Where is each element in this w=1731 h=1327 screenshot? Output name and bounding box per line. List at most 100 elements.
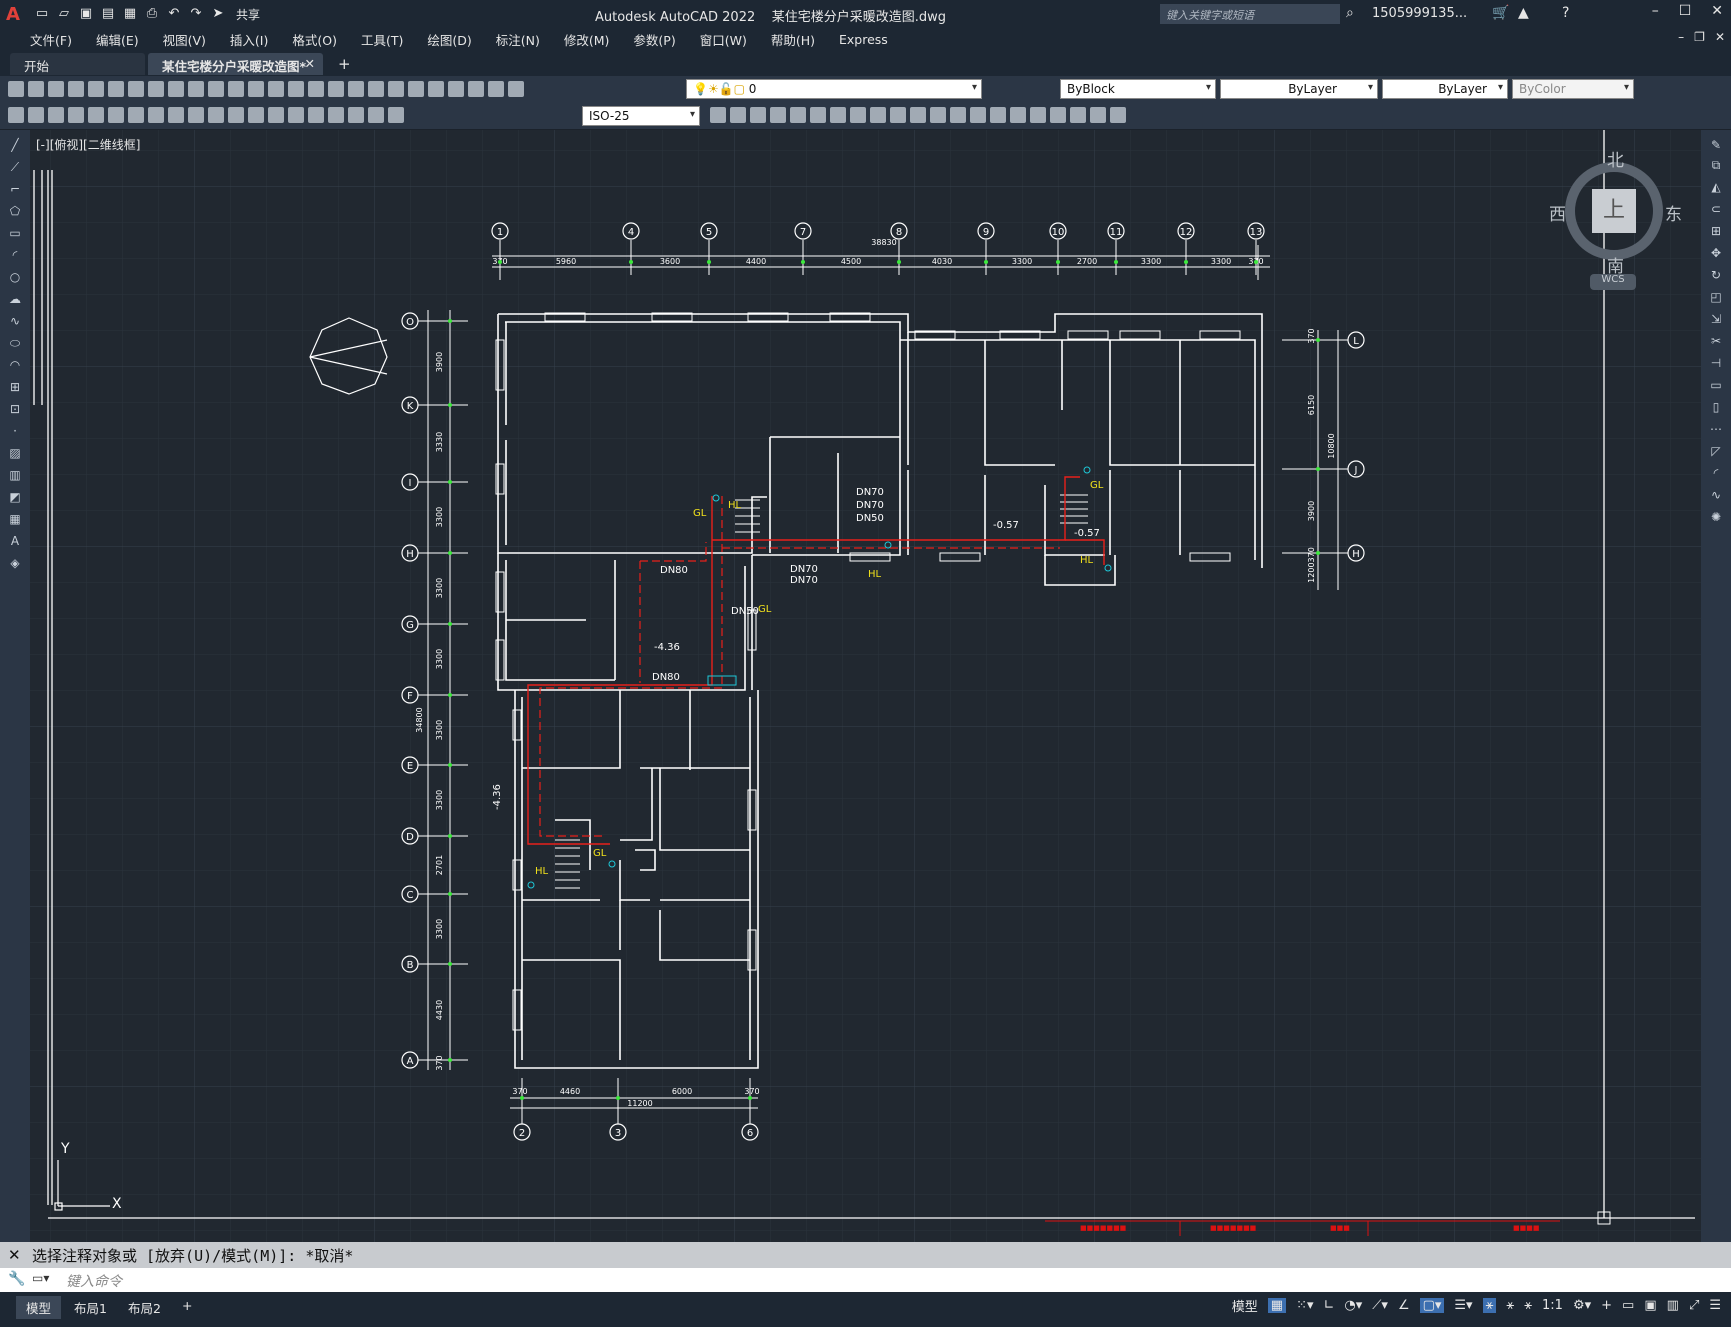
insert-block-icon[interactable]: ⊞ xyxy=(7,380,23,394)
paste-icon[interactable] xyxy=(188,81,204,97)
text-front-icon[interactable] xyxy=(790,107,806,123)
zoom-realtime-icon[interactable] xyxy=(308,81,324,97)
menu-window[interactable]: 窗口(W) xyxy=(688,30,759,49)
scale-tool-icon[interactable]: ◰ xyxy=(1708,290,1724,304)
layout-tab-model[interactable]: 模型 xyxy=(16,1296,62,1319)
dim-angular-icon[interactable] xyxy=(148,107,164,123)
annotation-scale-value[interactable]: 1:1 xyxy=(1542,1298,1563,1313)
layer-dropdown[interactable]: 💡☀🔓▢ 0 ▾ xyxy=(686,79,982,99)
new-icon[interactable]: ▭ xyxy=(34,7,50,21)
cart-icon[interactable]: 🛒 xyxy=(1492,5,1509,21)
blend-tool-icon[interactable]: ∿ xyxy=(1708,488,1724,502)
layout-tab-2[interactable]: 布局2 xyxy=(118,1296,171,1319)
dim-continue-icon[interactable] xyxy=(208,107,224,123)
dim-radius-icon[interactable] xyxy=(88,107,104,123)
snap-toggle-icon[interactable]: ⁙▾ xyxy=(1296,1298,1313,1313)
qnew-icon[interactable] xyxy=(8,81,24,97)
print-icon[interactable]: ⎙ xyxy=(144,7,160,21)
autocad-logo-icon[interactable]: A xyxy=(6,4,28,25)
region-tool-icon[interactable]: ◩ xyxy=(7,490,23,504)
ellipse-arc-tool-icon[interactable]: ◠ xyxy=(7,358,23,372)
annotation-autoscale-icon[interactable]: ⚹ xyxy=(1506,1298,1514,1313)
ellipse-tool-icon[interactable]: ⬭ xyxy=(7,336,23,350)
center-mark-icon[interactable] xyxy=(288,107,304,123)
dim-update-icon[interactable] xyxy=(388,107,404,123)
list-icon[interactable] xyxy=(1030,107,1046,123)
menu-dimension[interactable]: 标注(N) xyxy=(484,30,552,49)
viewcube-west[interactable]: 西 xyxy=(1549,200,1566,225)
id-point-icon[interactable] xyxy=(1050,107,1066,123)
plot-icon[interactable] xyxy=(68,81,84,97)
viewcube-north[interactable]: 北 xyxy=(1607,146,1624,171)
polar-toggle-icon[interactable]: ◔▾ xyxy=(1344,1298,1362,1313)
dim-diameter-icon[interactable] xyxy=(128,107,144,123)
share-label[interactable]: 共享 xyxy=(236,6,260,23)
redo-tool-icon[interactable] xyxy=(268,81,284,97)
tab-start[interactable]: 开始 xyxy=(10,53,145,75)
recover-icon[interactable] xyxy=(1110,107,1126,123)
chamfer-tool-icon[interactable]: ◸ xyxy=(1708,444,1724,458)
dim-textedit-icon[interactable] xyxy=(368,107,384,123)
matchprop-icon[interactable] xyxy=(208,81,224,97)
preview-icon[interactable] xyxy=(88,81,104,97)
region-icon[interactable] xyxy=(990,107,1006,123)
offset-tool-icon[interactable]: ⊂ xyxy=(1708,202,1724,216)
search-icon[interactable]: ⌕ xyxy=(1346,5,1354,21)
dim-aligned-icon[interactable] xyxy=(28,107,44,123)
menu-modify[interactable]: 修改(M) xyxy=(552,30,622,49)
menu-edit[interactable]: 编辑(E) xyxy=(84,30,151,49)
make-block-icon[interactable]: ⊡ xyxy=(7,402,23,416)
open-web-icon[interactable]: ▦ xyxy=(122,7,138,21)
mirror-tool-icon[interactable]: ◭ xyxy=(1708,180,1724,194)
help-tool-icon[interactable] xyxy=(488,81,504,97)
quick-properties-icon[interactable]: ▣ xyxy=(1644,1298,1656,1313)
new-tab-button[interactable]: + xyxy=(338,55,351,73)
dim-baseline-icon[interactable] xyxy=(188,107,204,123)
hatch-back-icon[interactable] xyxy=(850,107,866,123)
viewport-controls-label[interactable]: [-][俯视][二维线框] xyxy=(36,136,140,153)
leaders-front-icon[interactable] xyxy=(830,107,846,123)
spline-tool-icon[interactable]: ∿ xyxy=(7,314,23,328)
osnap-track-icon[interactable]: ∠ xyxy=(1398,1298,1410,1313)
menu-help[interactable]: 帮助(H) xyxy=(759,30,827,49)
close-command-icon[interactable]: ✕ xyxy=(8,1246,21,1264)
break-point-icon[interactable]: ▭ xyxy=(1708,378,1724,392)
arc-tool-icon[interactable]: ◜ xyxy=(7,248,23,262)
point-tool-icon[interactable]: · xyxy=(7,424,23,438)
zoom-window-icon[interactable] xyxy=(328,81,344,97)
blockeditor-icon[interactable] xyxy=(228,81,244,97)
polyline-tool-icon[interactable]: ⌐ xyxy=(7,182,23,196)
autodesk-a360-icon[interactable]: ▲ xyxy=(1518,5,1529,21)
command-input[interactable]: 🔧 ▭▾ 键入命令 xyxy=(0,1268,1731,1292)
menu-express[interactable]: Express xyxy=(827,32,900,47)
inspect-icon[interactable] xyxy=(308,107,324,123)
units-icon[interactable]: ▭ xyxy=(1622,1298,1634,1313)
calculator-icon[interactable] xyxy=(468,81,484,97)
explode-tool-icon[interactable]: ✺ xyxy=(1708,510,1724,524)
doc-minimize-button[interactable]: – xyxy=(1678,30,1684,44)
annotation-visibility-icon[interactable]: ⚹ xyxy=(1482,1298,1497,1313)
draworder-above-icon[interactable] xyxy=(750,107,766,123)
toolpalettes-icon[interactable] xyxy=(408,81,424,97)
viewcube[interactable]: 上 北 南 西 东 xyxy=(1549,151,1682,277)
dim-jogged-icon[interactable] xyxy=(108,107,124,123)
rotate-tool-icon[interactable]: ↻ xyxy=(1708,268,1724,282)
dim-ordinate-icon[interactable] xyxy=(68,107,84,123)
fillet-tool-icon[interactable]: ◜ xyxy=(1708,466,1724,480)
osnap-toggle-icon[interactable]: ▢▾ xyxy=(1419,1298,1445,1313)
save-file-icon[interactable] xyxy=(48,81,64,97)
clean-screen-icon[interactable]: ⤢ xyxy=(1689,1298,1699,1313)
isodraft-toggle-icon[interactable]: ⟋▾ xyxy=(1372,1298,1388,1313)
revcloud-tool-icon[interactable]: ☁ xyxy=(7,292,23,306)
hatch-tool-icon[interactable]: ▨ xyxy=(7,446,23,460)
maximize-button[interactable]: ☐ xyxy=(1679,3,1692,19)
layout-tab-1[interactable]: 布局1 xyxy=(64,1296,117,1319)
mtext-tool-icon[interactable]: A xyxy=(7,534,23,548)
menu-insert[interactable]: 插入(I) xyxy=(218,30,280,49)
cut-icon[interactable] xyxy=(148,81,164,97)
drawing-viewport[interactable]: ■■■■■■■■■■■■■■■■■■■■■ 145789101112133705… xyxy=(30,130,1701,1242)
viewcube-face-top[interactable]: 上 xyxy=(1592,189,1636,233)
lineweight-dropdown[interactable]: ByLayer ▾ xyxy=(1382,79,1508,99)
menu-file[interactable]: 文件(F) xyxy=(18,30,84,49)
group-edit-icon[interactable] xyxy=(910,107,926,123)
